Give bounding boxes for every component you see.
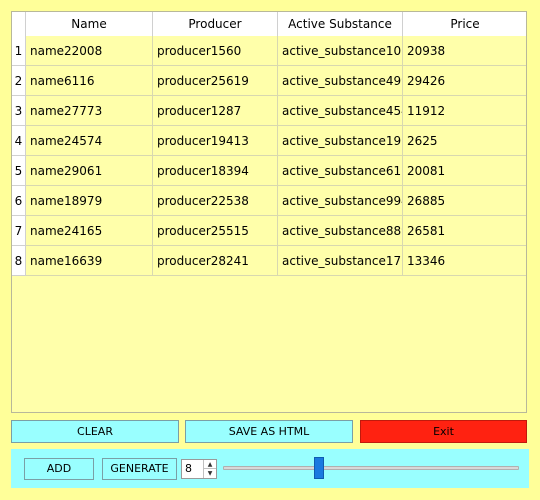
cell-active-substance[interactable]: active_substance107... <box>278 36 403 66</box>
cell-producer[interactable]: producer28241 <box>153 246 278 276</box>
medicine-table[interactable]: Name Producer Active Substance Price 1 n… <box>11 11 527 413</box>
column-header-name[interactable]: Name <box>26 12 153 36</box>
cell-active-substance[interactable]: active_substance9945 <box>278 186 403 216</box>
row-number[interactable]: 4 <box>12 126 26 156</box>
generate-button[interactable]: GENERATE <box>102 458 177 480</box>
cell-name[interactable]: name29061 <box>26 156 153 186</box>
cell-active-substance[interactable]: active_substance4990 <box>278 66 403 96</box>
cell-price[interactable]: 29426 <box>403 66 526 96</box>
cell-price[interactable]: 26581 <box>403 216 526 246</box>
cell-price[interactable]: 2625 <box>403 126 526 156</box>
cell-price[interactable]: 26885 <box>403 186 526 216</box>
cell-name[interactable]: name22008 <box>26 36 153 66</box>
cell-producer[interactable]: producer1560 <box>153 36 278 66</box>
column-header-price[interactable]: Price <box>403 12 526 36</box>
cell-price[interactable]: 11912 <box>403 96 526 126</box>
clear-button[interactable]: CLEAR <box>11 420 179 443</box>
cell-producer[interactable]: producer25619 <box>153 66 278 96</box>
triangle-down-icon[interactable]: ▼ <box>204 469 216 478</box>
row-number[interactable]: 7 <box>12 216 26 246</box>
triangle-up-icon[interactable]: ▲ <box>204 460 216 469</box>
table-header-row: Name Producer Active Substance Price <box>12 12 526 37</box>
cell-name[interactable]: name6116 <box>26 66 153 96</box>
cell-active-substance[interactable]: active_substance6127 <box>278 156 403 186</box>
add-button[interactable]: ADD <box>24 458 94 480</box>
save-as-html-button[interactable]: SAVE AS HTML <box>185 420 353 443</box>
cell-name[interactable]: name24165 <box>26 216 153 246</box>
exit-button[interactable]: Exit <box>360 420 527 443</box>
row-number[interactable]: 5 <box>12 156 26 186</box>
cell-name[interactable]: name16639 <box>26 246 153 276</box>
cell-producer[interactable]: producer25515 <box>153 216 278 246</box>
table-corner[interactable] <box>12 12 26 36</box>
spinbox-value[interactable]: 8 <box>185 460 192 478</box>
row-number[interactable]: 3 <box>12 96 26 126</box>
row-number[interactable]: 8 <box>12 246 26 276</box>
cell-active-substance[interactable]: active_substance193... <box>278 126 403 156</box>
count-spinbox[interactable]: 8 ▲ ▼ <box>181 459 217 479</box>
cell-active-substance[interactable]: active_substance176... <box>278 246 403 276</box>
cell-price[interactable]: 13346 <box>403 246 526 276</box>
cell-name[interactable]: name18979 <box>26 186 153 216</box>
spinbox-buttons: ▲ ▼ <box>203 460 216 478</box>
cell-name[interactable]: name24574 <box>26 126 153 156</box>
count-slider-handle[interactable] <box>314 457 324 479</box>
column-header-active-substance[interactable]: Active Substance <box>278 12 403 36</box>
cell-producer[interactable]: producer1287 <box>153 96 278 126</box>
row-number[interactable]: 1 <box>12 36 26 66</box>
row-number[interactable]: 2 <box>12 66 26 96</box>
row-number[interactable]: 6 <box>12 186 26 216</box>
cell-active-substance[interactable]: active_substance8892 <box>278 216 403 246</box>
cell-producer[interactable]: producer22538 <box>153 186 278 216</box>
cell-price[interactable]: 20081 <box>403 156 526 186</box>
controls-panel: ADD GENERATE 8 ▲ ▼ <box>11 449 529 488</box>
cell-producer[interactable]: producer19413 <box>153 126 278 156</box>
cell-price[interactable]: 20938 <box>403 36 526 66</box>
count-slider-track[interactable] <box>223 466 519 470</box>
cell-active-substance[interactable]: active_substance4547 <box>278 96 403 126</box>
column-header-producer[interactable]: Producer <box>153 12 278 36</box>
cell-producer[interactable]: producer18394 <box>153 156 278 186</box>
cell-name[interactable]: name27773 <box>26 96 153 126</box>
